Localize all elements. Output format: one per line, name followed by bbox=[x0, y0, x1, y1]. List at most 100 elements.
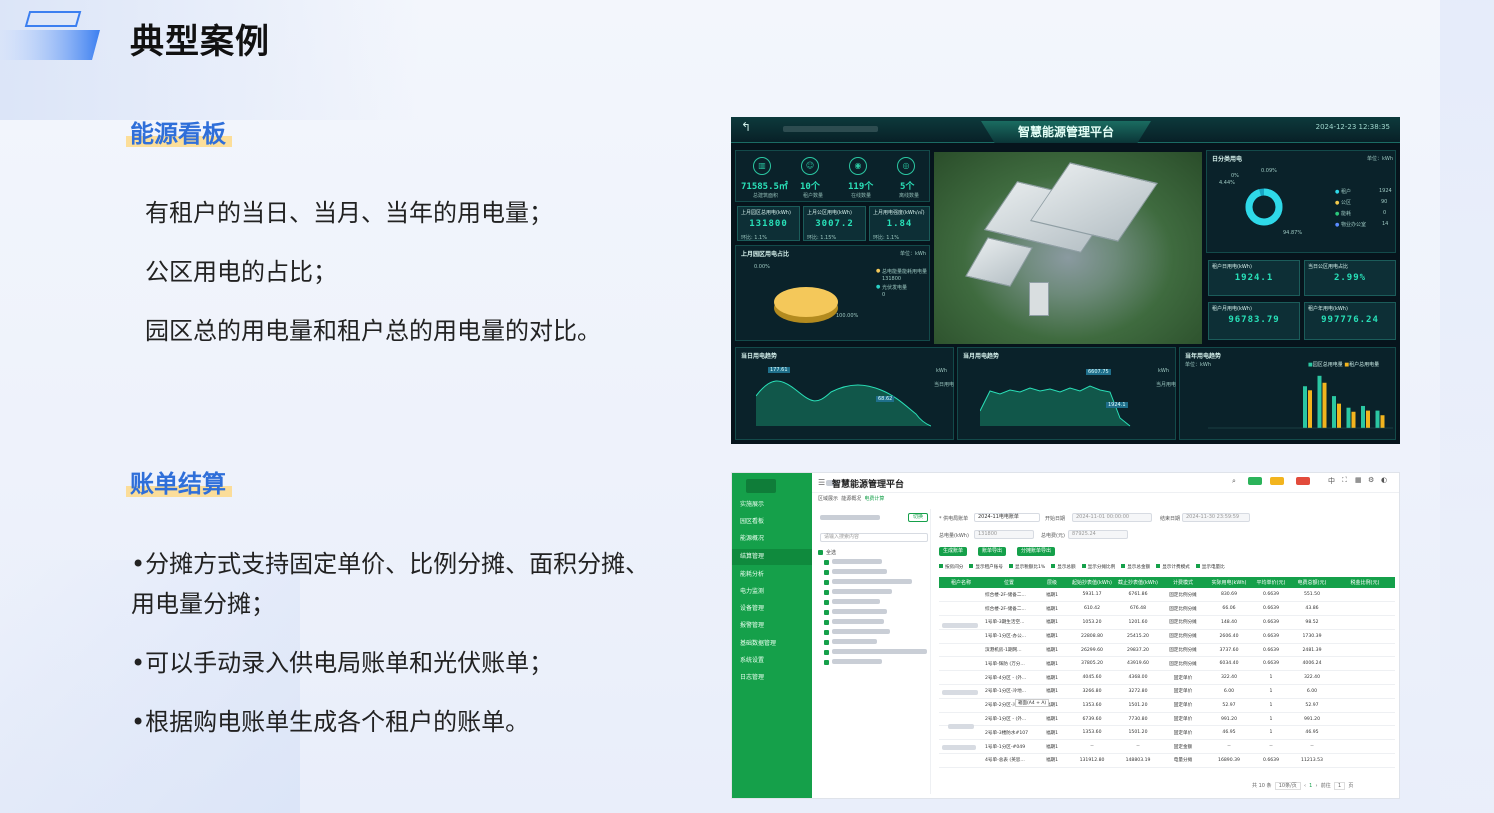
legend-label: 光伏发电量 bbox=[882, 285, 908, 291]
table-cell bbox=[1335, 753, 1395, 768]
table-column-header[interactable]: 实际用电(kWh) bbox=[1205, 577, 1253, 588]
fullscreen-icon[interactable]: ⛶ bbox=[1342, 476, 1347, 485]
section-tag-energy-board: 能源看板 bbox=[126, 114, 232, 149]
nav-item[interactable]: 实施展示 bbox=[732, 497, 812, 513]
table-row[interactable]: 2号单-4分区 - (外... 福期1 4045.60 4368.00 固定单价 322.… bbox=[939, 670, 1395, 686]
table-cell: 2481.39 bbox=[1289, 643, 1335, 658]
nav-item-active[interactable]: 结算管理 bbox=[732, 549, 812, 565]
table-cell bbox=[1335, 712, 1395, 727]
donut-label: 94.87% bbox=[1283, 230, 1303, 236]
table-column-header[interactable]: 平均单价(元) bbox=[1253, 577, 1289, 588]
pager-size-select[interactable]: 10条/页 bbox=[1274, 782, 1301, 790]
nav-item[interactable]: 报警管理 bbox=[732, 618, 812, 634]
pager-page[interactable]: 1 bbox=[1309, 783, 1312, 789]
generate-bill-button[interactable]: 生成账单 bbox=[939, 547, 968, 556]
table-row[interactable]: 2号单-3楼防水#107 福期1 1353.60 1501.20 固定单价 46.95 1 4… bbox=[939, 725, 1395, 741]
table-cell: 1号单-3期生活空... bbox=[983, 615, 1035, 630]
settings-icon[interactable]: ⚙ bbox=[1368, 476, 1374, 484]
table-row[interactable]: 1号单-辉防 (万分... 福期1 37805.20 43919.60 固定比例分摊 60… bbox=[939, 656, 1395, 672]
breadcrumb-item[interactable]: 能源概况 bbox=[841, 496, 861, 502]
language-icon[interactable]: 中 bbox=[1328, 476, 1335, 486]
back-arrow-icon[interactable]: ↰ bbox=[741, 120, 751, 134]
app-logo bbox=[746, 479, 776, 493]
column-option-checkbox[interactable]: 显示租户账号 bbox=[969, 564, 1003, 570]
table-row[interactable]: 1号单-1分区-#049 福期1 -- -- 固定金额 -- -- -- bbox=[939, 739, 1395, 755]
table-column-header[interactable]: 租户名称 bbox=[939, 577, 983, 588]
legend-dot: ● bbox=[876, 284, 881, 290]
table-cell: 43.86 bbox=[1289, 601, 1335, 617]
column-option-checkbox[interactable]: 显示电量比 bbox=[1195, 564, 1225, 570]
supply-bill-select[interactable]: 2024-11电电账单 bbox=[974, 513, 1040, 522]
export-bill-button[interactable]: 账单导出 bbox=[978, 547, 1007, 556]
column-option-label: 显示总额 bbox=[1057, 565, 1076, 570]
breadcrumb-item[interactable]: 区域展示 bbox=[818, 496, 838, 502]
nav-item[interactable]: 能源概况 bbox=[732, 531, 812, 547]
nav-item[interactable]: 基础数据管理 bbox=[732, 636, 812, 652]
legend-label: 物业办公室 bbox=[1340, 222, 1366, 228]
kpi-sub: 环比: 1.1% bbox=[741, 235, 767, 241]
pager-unit: 页 bbox=[1348, 783, 1354, 789]
daily-category-panel: 日分类用电 单位：kWh 0.09% 0% 4.44% 94.87% ● 租户 … bbox=[1206, 150, 1396, 253]
nav-item[interactable]: 园区看板 bbox=[732, 514, 812, 530]
export-share-button[interactable]: 分摊账单导出 bbox=[1017, 547, 1056, 556]
end-date-input[interactable]: 2024-11-30 23:59:59 bbox=[1182, 513, 1250, 522]
stat-label: 离线数量 bbox=[899, 193, 920, 199]
table-column-header[interactable]: 截止抄表值(kWh) bbox=[1115, 577, 1161, 588]
nav-item[interactable]: 设备管理 bbox=[732, 601, 812, 617]
nav-item[interactable]: 系统设置 bbox=[732, 653, 812, 669]
dashboard-timestamp: 2024-12-23 12:38:35 bbox=[1315, 123, 1390, 131]
start-date-input[interactable]: 2024-11-01 00:00:00 bbox=[1072, 513, 1152, 522]
table-row[interactable]: 1号单-1分区-办公... 福期1 22808.80 25415.20 固定比例分摊 26… bbox=[939, 629, 1395, 644]
table-row[interactable]: 2号单-2分区-冷地... 福期1 1353.60 1501.20 固定单价 52.97 1… bbox=[939, 698, 1395, 713]
section-tag-billing: 账单结算 bbox=[126, 464, 232, 499]
pager-goto-input[interactable]: 1 bbox=[1333, 782, 1346, 790]
table-row[interactable]: 滨港机房-1期网... 福期1 26299.60 29837.20 固定比例分摊 3737… bbox=[939, 643, 1395, 658]
monthly-trend-chart bbox=[980, 385, 1131, 427]
table-cell: 131912.80 bbox=[1069, 753, 1115, 768]
table-row[interactable]: 1号单-3期生活空... 福期1 1053.20 1201.60 固定比例分摊 148.4… bbox=[939, 615, 1395, 630]
table-row[interactable]: 综合楼-2F-储备二... 福期1 610.42 676.48 固定比例分摊 66.06 0… bbox=[939, 601, 1395, 617]
nav-item[interactable]: 日志管理 bbox=[732, 670, 812, 686]
breadcrumb-item-current[interactable]: 电费计算 bbox=[864, 496, 884, 502]
column-option-checkbox[interactable]: 按房间分 bbox=[939, 564, 963, 570]
column-option-checkbox[interactable]: 显示总额 bbox=[1051, 564, 1076, 570]
tree-root-checkbox[interactable]: 全选 bbox=[818, 549, 836, 556]
tenant-icon: ☺ bbox=[801, 157, 819, 175]
table-row[interactable]: 2号单-1分区-冷地... 福期1 3266.80 3272.80 固定单价 6.00 1 6… bbox=[939, 684, 1395, 699]
column-option-checkbox[interactable]: 显示分摊比例 bbox=[1081, 564, 1115, 570]
nav-item[interactable]: 能耗分析 bbox=[732, 567, 812, 583]
column-option-checkbox[interactable]: 显示总金额 bbox=[1121, 564, 1150, 570]
tree-search-input[interactable]: 请输入搜索内容 bbox=[820, 533, 928, 542]
total-fee-input[interactable]: 87925.24 bbox=[1068, 530, 1128, 539]
panel-unit: 单位：kWh bbox=[900, 251, 927, 257]
table-cell: 1 bbox=[1253, 684, 1289, 699]
total-kwh-input[interactable]: 131800 bbox=[974, 530, 1034, 539]
table-column-header[interactable]: 层级 bbox=[1035, 577, 1069, 588]
column-option-checkbox[interactable]: 显示计费模式 bbox=[1156, 564, 1190, 570]
park-aerial-photo bbox=[934, 152, 1202, 344]
tree-toggle-button[interactable]: 切换 bbox=[908, 513, 929, 522]
status-badge bbox=[1248, 477, 1262, 485]
table-row[interactable]: 2号单-1分区 - (外... 福期1 6739.60 7730.80 固定单价 991.… bbox=[939, 712, 1395, 727]
user-icon[interactable]: ◐ bbox=[1381, 476, 1387, 484]
table-cell: 1号单-1分区-#049 bbox=[983, 739, 1035, 755]
pager-next-icon[interactable]: › bbox=[1316, 783, 1318, 789]
table-cell: 1353.60 bbox=[1069, 725, 1115, 741]
table-cell: 福期1 bbox=[1035, 684, 1069, 699]
status-badge bbox=[1296, 477, 1310, 485]
table-column-header[interactable]: 电费总额(元) bbox=[1289, 577, 1335, 588]
table-column-header[interactable]: 税金比例(元) bbox=[1335, 577, 1395, 588]
menu-toggle-icon[interactable]: ☰ bbox=[818, 478, 825, 487]
table-column-header[interactable]: 位置 bbox=[983, 577, 1035, 588]
table-row[interactable]: 综合楼-2F-储备二... 福期1 5931.17 6761.86 固定比例分摊 830.… bbox=[939, 588, 1395, 603]
table-cell: 322.40 bbox=[1289, 670, 1335, 686]
table-column-header[interactable]: 计费模式 bbox=[1161, 577, 1205, 588]
kpi-value: 2.99% bbox=[1333, 273, 1367, 283]
table-column-header[interactable]: 起始抄表值(kWh) bbox=[1069, 577, 1115, 588]
nav-item[interactable]: 电力监测 bbox=[732, 584, 812, 600]
column-option-checkbox[interactable]: 显示税额比1% bbox=[1008, 564, 1045, 570]
table-row[interactable]: 4号单-总表 (英思... 福期1 131912.80 148803.19 电量分摊 16… bbox=[939, 753, 1395, 768]
pager-prev-icon[interactable]: ‹ bbox=[1304, 783, 1306, 789]
grid-icon[interactable]: ▦ bbox=[1355, 476, 1362, 484]
search-icon[interactable]: ⌕ bbox=[1232, 477, 1236, 486]
